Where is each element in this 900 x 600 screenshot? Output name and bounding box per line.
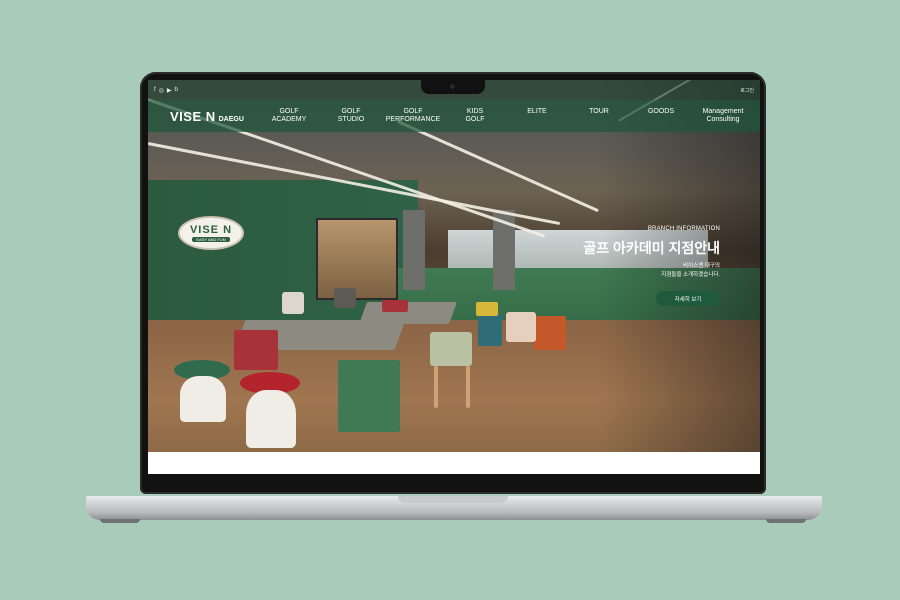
orange-cube bbox=[534, 316, 566, 350]
content-area bbox=[148, 452, 760, 474]
chair bbox=[506, 312, 536, 342]
nav-item-kids-golf[interactable]: KIDS GOLF bbox=[444, 108, 506, 124]
yellow-cube bbox=[476, 302, 498, 316]
login-link[interactable]: 로그인 bbox=[740, 87, 754, 94]
bench bbox=[358, 302, 458, 324]
chair-leg bbox=[434, 366, 438, 408]
sign-title: VISE N bbox=[189, 224, 233, 236]
stool-base bbox=[180, 376, 226, 422]
sign-subtitle: EASY AND FUN bbox=[192, 237, 230, 242]
youtube-icon[interactable]: ▶ bbox=[167, 87, 172, 94]
hero-eyebrow: BRANCH INFORMATION bbox=[647, 226, 720, 232]
wall-logo-sign: VISE N EASY AND FUN bbox=[178, 216, 244, 250]
nav-item-golf-academy[interactable]: GOLF ACADEMY bbox=[258, 108, 320, 124]
laptop-notch bbox=[421, 80, 485, 94]
view-details-button[interactable]: 자세히 보기 bbox=[656, 291, 720, 306]
laptop-screen: VISE N EASY AND FUN BRANCH INFORMATION 골… bbox=[148, 80, 760, 474]
column bbox=[403, 210, 425, 290]
social-links: f ◎ ▶ b bbox=[154, 87, 178, 94]
red-cube bbox=[382, 300, 408, 312]
brand-logo[interactable]: VISE N DAEGU bbox=[170, 109, 258, 124]
nav-item-golf-studio[interactable]: GOLF STUDIO bbox=[320, 108, 382, 124]
laptop-opening-lip bbox=[398, 496, 508, 503]
chair bbox=[334, 288, 356, 308]
red-cube bbox=[234, 330, 278, 370]
nav-item-management-consulting[interactable]: Management Consulting bbox=[692, 108, 754, 124]
teal-cube bbox=[478, 314, 502, 346]
nav-item-golf-performance[interactable]: GOLF PERFORMANCE bbox=[382, 108, 444, 124]
nav-menu: GOLF ACADEMY GOLF STUDIO GOLF PERFORMANC… bbox=[258, 108, 760, 124]
main-nav: VISE N DAEGU GOLF ACADEMY GOLF STUDIO GO… bbox=[148, 100, 760, 132]
stool-base bbox=[246, 390, 296, 448]
hero-headline: 골프 아카데미 지점안내 bbox=[583, 240, 720, 256]
hero-text-block: BRANCH INFORMATION 골프 아카데미 지점안내 비이스엔 대구의… bbox=[583, 226, 720, 280]
brand-location: DAEGU bbox=[218, 115, 244, 123]
laptop-foot bbox=[766, 519, 806, 523]
nav-item-tour[interactable]: TOUR bbox=[568, 108, 630, 124]
instagram-icon[interactable]: ◎ bbox=[159, 87, 164, 94]
glass-room bbox=[316, 218, 398, 300]
green-cube bbox=[338, 360, 400, 432]
chair bbox=[430, 332, 472, 366]
nav-item-elite[interactable]: ELITE bbox=[506, 108, 568, 124]
chair-leg bbox=[466, 366, 470, 408]
blog-icon[interactable]: b bbox=[175, 87, 178, 93]
hero-image: VISE N EASY AND FUN BRANCH INFORMATION 골… bbox=[148, 80, 760, 452]
facebook-icon[interactable]: f bbox=[154, 87, 156, 93]
laptop-foot bbox=[100, 519, 140, 523]
hero-description: 비이스엔 대구의 지점들을 소개하겠습니다. bbox=[661, 263, 720, 278]
camera-icon bbox=[450, 84, 455, 89]
chair bbox=[282, 292, 304, 314]
brand-name: VISE N bbox=[170, 108, 216, 124]
nav-item-goods[interactable]: GOODS bbox=[630, 108, 692, 124]
